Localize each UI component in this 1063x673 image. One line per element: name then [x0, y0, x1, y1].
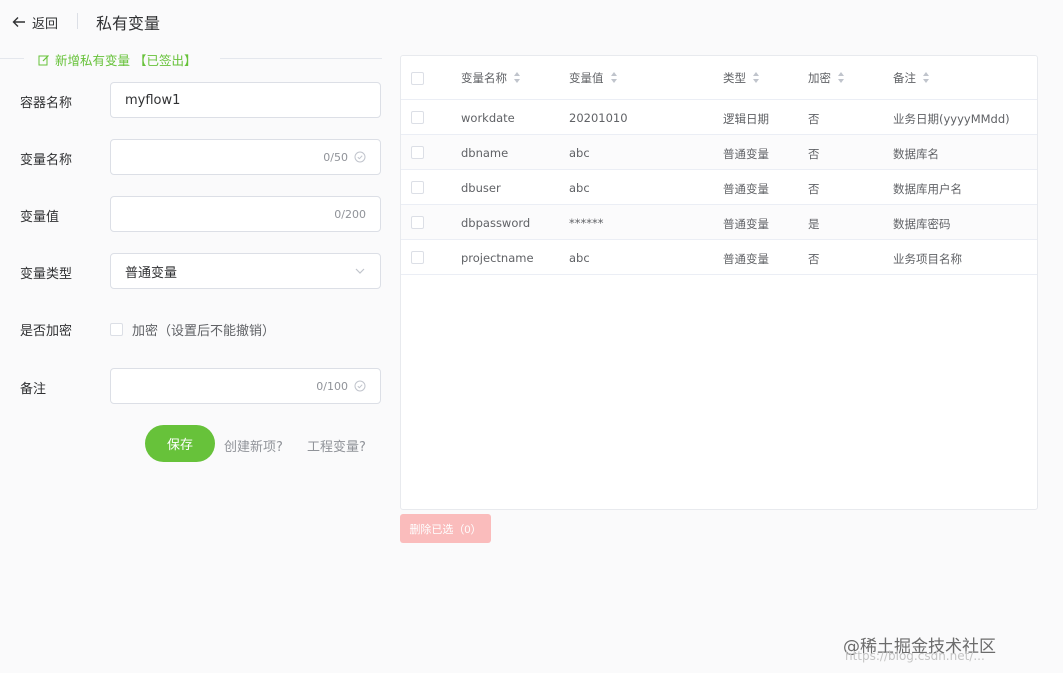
- column-header-type[interactable]: 类型: [723, 70, 760, 86]
- row-checkbox[interactable]: [411, 111, 424, 124]
- save-button[interactable]: 保存: [145, 425, 215, 462]
- remark-label: 备注: [20, 382, 47, 397]
- row-checkbox[interactable]: [411, 216, 424, 229]
- cell-encrypted: 否: [808, 252, 820, 266]
- table-header: 变量名称 变量值 类型 加密 备注: [401, 56, 1037, 100]
- column-header-label: 变量值: [569, 71, 604, 85]
- sort-icon[interactable]: [752, 72, 760, 84]
- cell-remark: 数据库用户名: [893, 182, 962, 196]
- cell-encrypted: 是: [808, 217, 820, 231]
- cell-name: dbpassword: [461, 216, 531, 230]
- cell-name: dbuser: [461, 181, 501, 195]
- cell-encrypted: 否: [808, 182, 820, 196]
- cell-value: 20201010: [569, 111, 628, 125]
- remark-count: 0/100: [316, 379, 348, 393]
- var-value-count: 0/200: [334, 207, 366, 221]
- column-header-label: 类型: [723, 71, 746, 85]
- watermark-url: https://blog.csdn.net/...: [845, 649, 985, 663]
- cell-type: 普通变量: [723, 252, 769, 266]
- column-header-value[interactable]: 变量值: [569, 70, 618, 86]
- cell-remark: 业务项目名称: [893, 252, 962, 266]
- back-button[interactable]: 返回: [12, 12, 58, 32]
- create-new-link[interactable]: 创建新项?: [224, 436, 283, 455]
- sort-icon[interactable]: [513, 72, 521, 84]
- row-checkbox[interactable]: [411, 181, 424, 194]
- table-row[interactable]: projectname abc 普通变量 否 业务项目名称: [401, 240, 1037, 275]
- container-input[interactable]: myflow1: [110, 82, 381, 118]
- header: 返回 私有变量: [0, 0, 1063, 44]
- section-divider-right: [220, 58, 382, 59]
- column-header-label: 变量名称: [461, 71, 507, 85]
- cell-encrypted: 否: [808, 147, 820, 161]
- var-value-label: 变量值: [20, 210, 60, 225]
- column-header-remark[interactable]: 备注: [893, 70, 930, 86]
- cell-value: abc: [569, 251, 590, 265]
- header-divider: [77, 13, 78, 29]
- cell-remark: 数据库名: [893, 147, 939, 161]
- clear-icon[interactable]: [354, 380, 366, 392]
- clear-icon[interactable]: [354, 151, 366, 163]
- encrypt-checkbox-row[interactable]: 加密（设置后不能撤销）: [110, 320, 275, 339]
- cell-remark: 数据库密码: [893, 217, 951, 231]
- back-label: 返回: [32, 16, 59, 32]
- container-label: 容器名称: [20, 96, 73, 111]
- column-header-encrypted[interactable]: 加密: [808, 70, 845, 86]
- table-row[interactable]: dbname abc 普通变量 否 数据库名: [401, 135, 1037, 170]
- var-name-input[interactable]: 0/50: [110, 139, 381, 175]
- variables-table: 变量名称 变量值 类型 加密 备注 workdate 20201010 逻辑日期…: [400, 55, 1038, 510]
- table-row[interactable]: dbpassword ****** 普通变量 是 数据库密码: [401, 205, 1037, 240]
- cell-remark: 业务日期(yyyyMMdd): [893, 112, 1010, 126]
- cell-name: dbname: [461, 146, 509, 160]
- container-value: myflow1: [125, 92, 181, 108]
- cell-value: ******: [569, 216, 604, 230]
- cell-type: 普通变量: [723, 147, 769, 161]
- select-all-checkbox[interactable]: [411, 72, 424, 85]
- section-title-text: 新增私有变量 【已签出】: [55, 53, 197, 68]
- arrow-left-icon: [12, 17, 25, 27]
- page-title: 私有变量: [96, 14, 161, 33]
- cell-value: abc: [569, 146, 590, 160]
- remark-input[interactable]: 0/100: [110, 368, 381, 404]
- row-checkbox[interactable]: [411, 251, 424, 264]
- cell-name: workdate: [461, 111, 515, 125]
- project-variable-link[interactable]: 工程变量?: [307, 436, 366, 455]
- cell-type: 逻辑日期: [723, 112, 769, 126]
- var-type-selected: 普通变量: [125, 265, 178, 281]
- encrypt-label: 是否加密: [20, 324, 73, 339]
- delete-selected-button[interactable]: 删除已选（0）: [400, 514, 491, 543]
- table-row[interactable]: dbuser abc 普通变量 否 数据库用户名: [401, 170, 1037, 205]
- cell-name: projectname: [461, 251, 534, 265]
- section-title: 新增私有变量 【已签出】: [38, 50, 196, 69]
- column-header-label: 备注: [893, 71, 916, 85]
- cell-encrypted: 否: [808, 112, 820, 126]
- cell-type: 普通变量: [723, 217, 769, 231]
- column-header-label: 加密: [808, 71, 831, 85]
- encrypt-checkbox[interactable]: [110, 323, 123, 336]
- cell-type: 普通变量: [723, 182, 769, 196]
- section-divider-left: [0, 58, 24, 59]
- row-checkbox[interactable]: [411, 146, 424, 159]
- sort-icon[interactable]: [610, 72, 618, 84]
- var-name-label: 变量名称: [20, 153, 73, 168]
- encrypt-checkbox-label: 加密（设置后不能撤销）: [132, 324, 276, 339]
- var-type-select[interactable]: 普通变量: [110, 253, 381, 289]
- var-value-input[interactable]: 0/200: [110, 196, 381, 232]
- column-header-name[interactable]: 变量名称: [461, 70, 521, 86]
- table-row[interactable]: workdate 20201010 逻辑日期 否 业务日期(yyyyMMdd): [401, 100, 1037, 135]
- edit-icon: [38, 54, 49, 65]
- sort-icon[interactable]: [837, 72, 845, 84]
- chevron-down-icon: [355, 268, 365, 274]
- var-type-label: 变量类型: [20, 267, 73, 282]
- cell-value: abc: [569, 181, 590, 195]
- var-name-count: 0/50: [323, 150, 348, 164]
- sort-icon[interactable]: [922, 72, 930, 84]
